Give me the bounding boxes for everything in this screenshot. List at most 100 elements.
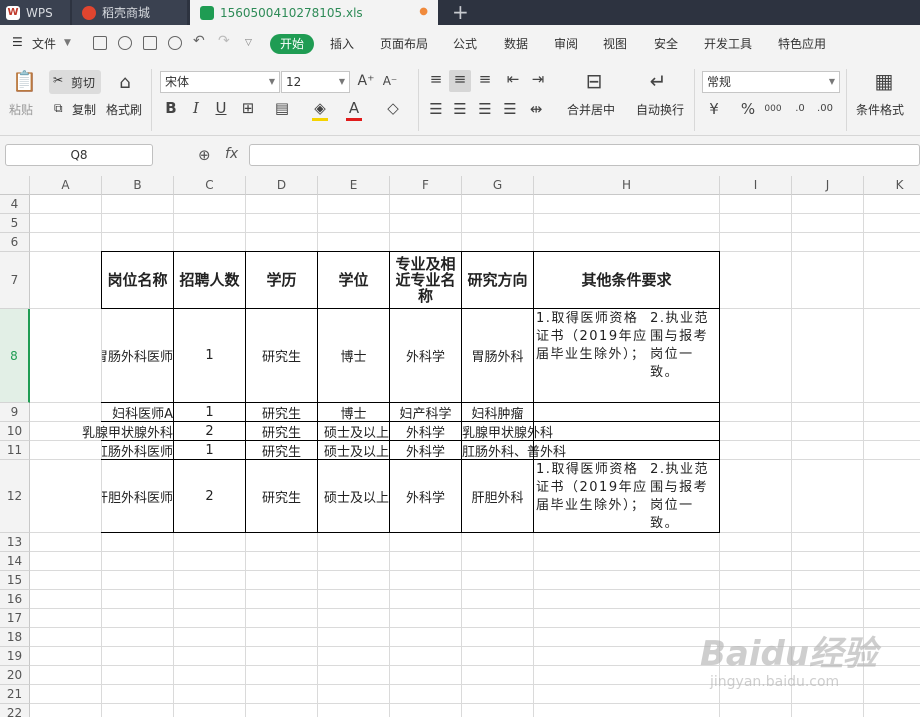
- cell-c[interactable]: 2: [174, 460, 245, 532]
- conditional-format-button[interactable]: 条件格式: [856, 101, 904, 118]
- decrease-font-icon[interactable]: A⁻: [380, 71, 400, 91]
- row-header-11[interactable]: 11: [0, 441, 30, 460]
- cell-requirements[interactable]: 1.取得医师资格证书（2019年应届毕业生除外）； 2.执业范围与报考岗位一致。: [534, 460, 719, 532]
- cell-research[interactable]: 妇科肿瘤: [462, 403, 533, 421]
- cut-button[interactable]: ✂ 剪切: [49, 70, 101, 94]
- hdr-major[interactable]: 专业及相近专业名称: [390, 252, 461, 308]
- copy-icon[interactable]: ⧉: [54, 101, 63, 116]
- cell-e[interactable]: 博士: [318, 403, 389, 421]
- cell-e[interactable]: 博士: [318, 309, 389, 402]
- menu-start[interactable]: 开始: [270, 34, 314, 54]
- thousands-button[interactable]: 000: [763, 99, 783, 119]
- row-header-9[interactable]: 9: [0, 403, 30, 422]
- cell-c[interactable]: 2: [174, 422, 245, 440]
- align-center-icon[interactable]: ☰: [450, 99, 470, 119]
- unsaved-dot-icon[interactable]: ●: [419, 6, 428, 17]
- distributed-icon[interactable]: ⇹: [526, 99, 546, 119]
- menu-view[interactable]: 视图: [603, 35, 627, 52]
- cell-e[interactable]: 硕士及以上: [318, 441, 389, 459]
- format-painter-button[interactable]: 格式刷: [106, 101, 142, 118]
- tab-wps[interactable]: W WPS: [0, 0, 70, 25]
- decrease-indent-icon[interactable]: ⇤: [503, 69, 523, 89]
- column-header-i[interactable]: I: [720, 176, 792, 195]
- row-header-15[interactable]: 15: [0, 571, 30, 590]
- increase-indent-icon[interactable]: ⇥: [528, 69, 548, 89]
- column-header-a[interactable]: A: [30, 176, 102, 195]
- wrap-text-icon[interactable]: ↵: [648, 71, 668, 91]
- align-left-icon[interactable]: ☰: [426, 99, 446, 119]
- cell-research[interactable]: 肛肠外科、普外科: [462, 441, 719, 459]
- fx-button[interactable]: fx: [225, 146, 238, 162]
- fill-style-icon[interactable]: ▤: [272, 98, 292, 118]
- cell-position[interactable]: 肝胆外科医师: [102, 460, 173, 532]
- row-header-16[interactable]: 16: [0, 590, 30, 609]
- menu-special[interactable]: 特色应用: [778, 35, 826, 52]
- menu-insert[interactable]: 插入: [330, 35, 354, 52]
- print-preview-icon[interactable]: [168, 36, 182, 50]
- hdr-count[interactable]: 招聘人数: [174, 252, 245, 308]
- paste-button[interactable]: 粘贴: [9, 101, 33, 118]
- row-header-22[interactable]: 22: [0, 704, 30, 717]
- copy-button[interactable]: 复制: [72, 101, 96, 118]
- redo-icon[interactable]: ↷: [218, 33, 230, 49]
- menu-developer[interactable]: 开发工具: [704, 35, 752, 52]
- formula-input[interactable]: [249, 144, 920, 166]
- row-header-4[interactable]: 4: [0, 195, 30, 214]
- cell-d[interactable]: 研究生: [246, 309, 317, 402]
- cell-research[interactable]: 乳腺甲状腺外科: [462, 422, 719, 440]
- menu-file[interactable]: 文件: [32, 35, 56, 52]
- hdr-degree[interactable]: 学位: [318, 252, 389, 308]
- column-header-j[interactable]: J: [792, 176, 864, 195]
- fill-color-icon[interactable]: ◈: [310, 98, 330, 118]
- hdr-requirements[interactable]: 其他条件要求: [534, 252, 719, 308]
- menu-formulas[interactable]: 公式: [453, 35, 477, 52]
- cell-e[interactable]: 硕士及以上: [318, 422, 389, 440]
- column-header-k[interactable]: K: [864, 176, 920, 195]
- hdr-education[interactable]: 学历: [246, 252, 317, 308]
- menu-page-layout[interactable]: 页面布局: [380, 35, 428, 52]
- menu-data[interactable]: 数据: [504, 35, 528, 52]
- cell-major[interactable]: 妇产科学: [390, 403, 461, 421]
- row-header-19[interactable]: 19: [0, 647, 30, 666]
- cell-position[interactable]: 肛肠外科医师: [102, 441, 173, 459]
- merge-center-button[interactable]: 合并居中: [567, 101, 615, 118]
- cell-major[interactable]: 外科学: [390, 460, 461, 532]
- print-icon[interactable]: [143, 36, 157, 50]
- cell-e[interactable]: 硕士及以上: [318, 460, 389, 532]
- cell-d[interactable]: 研究生: [246, 441, 317, 459]
- export-icon[interactable]: [118, 36, 132, 50]
- column-header-h[interactable]: H: [534, 176, 720, 195]
- cell-c[interactable]: 1: [174, 403, 245, 421]
- conditional-format-icon[interactable]: ▦: [874, 71, 894, 91]
- column-header-d[interactable]: D: [246, 176, 318, 195]
- column-header-b[interactable]: B: [102, 176, 174, 195]
- row-header-8[interactable]: 8: [0, 309, 30, 403]
- clear-format-icon[interactable]: ◇: [383, 98, 403, 118]
- cell-position[interactable]: 妇科医师A: [102, 403, 173, 421]
- tab-shop[interactable]: 稻壳商城: [72, 0, 187, 25]
- cell-c[interactable]: 1: [174, 441, 245, 459]
- border-icon[interactable]: ⊞: [238, 98, 258, 118]
- format-painter-icon[interactable]: ⌂: [115, 73, 135, 93]
- increase-font-icon[interactable]: A⁺: [356, 71, 376, 91]
- menu-security[interactable]: 安全: [654, 35, 678, 52]
- column-header-f[interactable]: F: [390, 176, 462, 195]
- cell-research[interactable]: 肝胆外科: [462, 460, 533, 532]
- align-right-icon[interactable]: ☰: [475, 99, 495, 119]
- cell-position[interactable]: 胃肠外科医师: [102, 309, 173, 402]
- menu-review[interactable]: 审阅: [554, 35, 578, 52]
- percent-button[interactable]: %: [738, 99, 758, 119]
- row-header-17[interactable]: 17: [0, 609, 30, 628]
- cell-d[interactable]: 研究生: [246, 460, 317, 532]
- customize-chevron-icon[interactable]: ▽: [245, 38, 252, 48]
- increase-decimal-icon[interactable]: .0: [790, 99, 810, 119]
- number-format-select[interactable]: 常规 ▼: [702, 71, 840, 93]
- row-header-18[interactable]: 18: [0, 628, 30, 647]
- cell-d[interactable]: 研究生: [246, 422, 317, 440]
- row-header-14[interactable]: 14: [0, 552, 30, 571]
- row-header-7[interactable]: 7: [0, 252, 30, 309]
- font-size-select[interactable]: 12 ▼: [281, 71, 350, 93]
- row-header-21[interactable]: 21: [0, 685, 30, 704]
- font-name-select[interactable]: 宋体 ▼: [160, 71, 280, 93]
- tab-file[interactable]: 1560500410278105.xls ●: [190, 0, 438, 25]
